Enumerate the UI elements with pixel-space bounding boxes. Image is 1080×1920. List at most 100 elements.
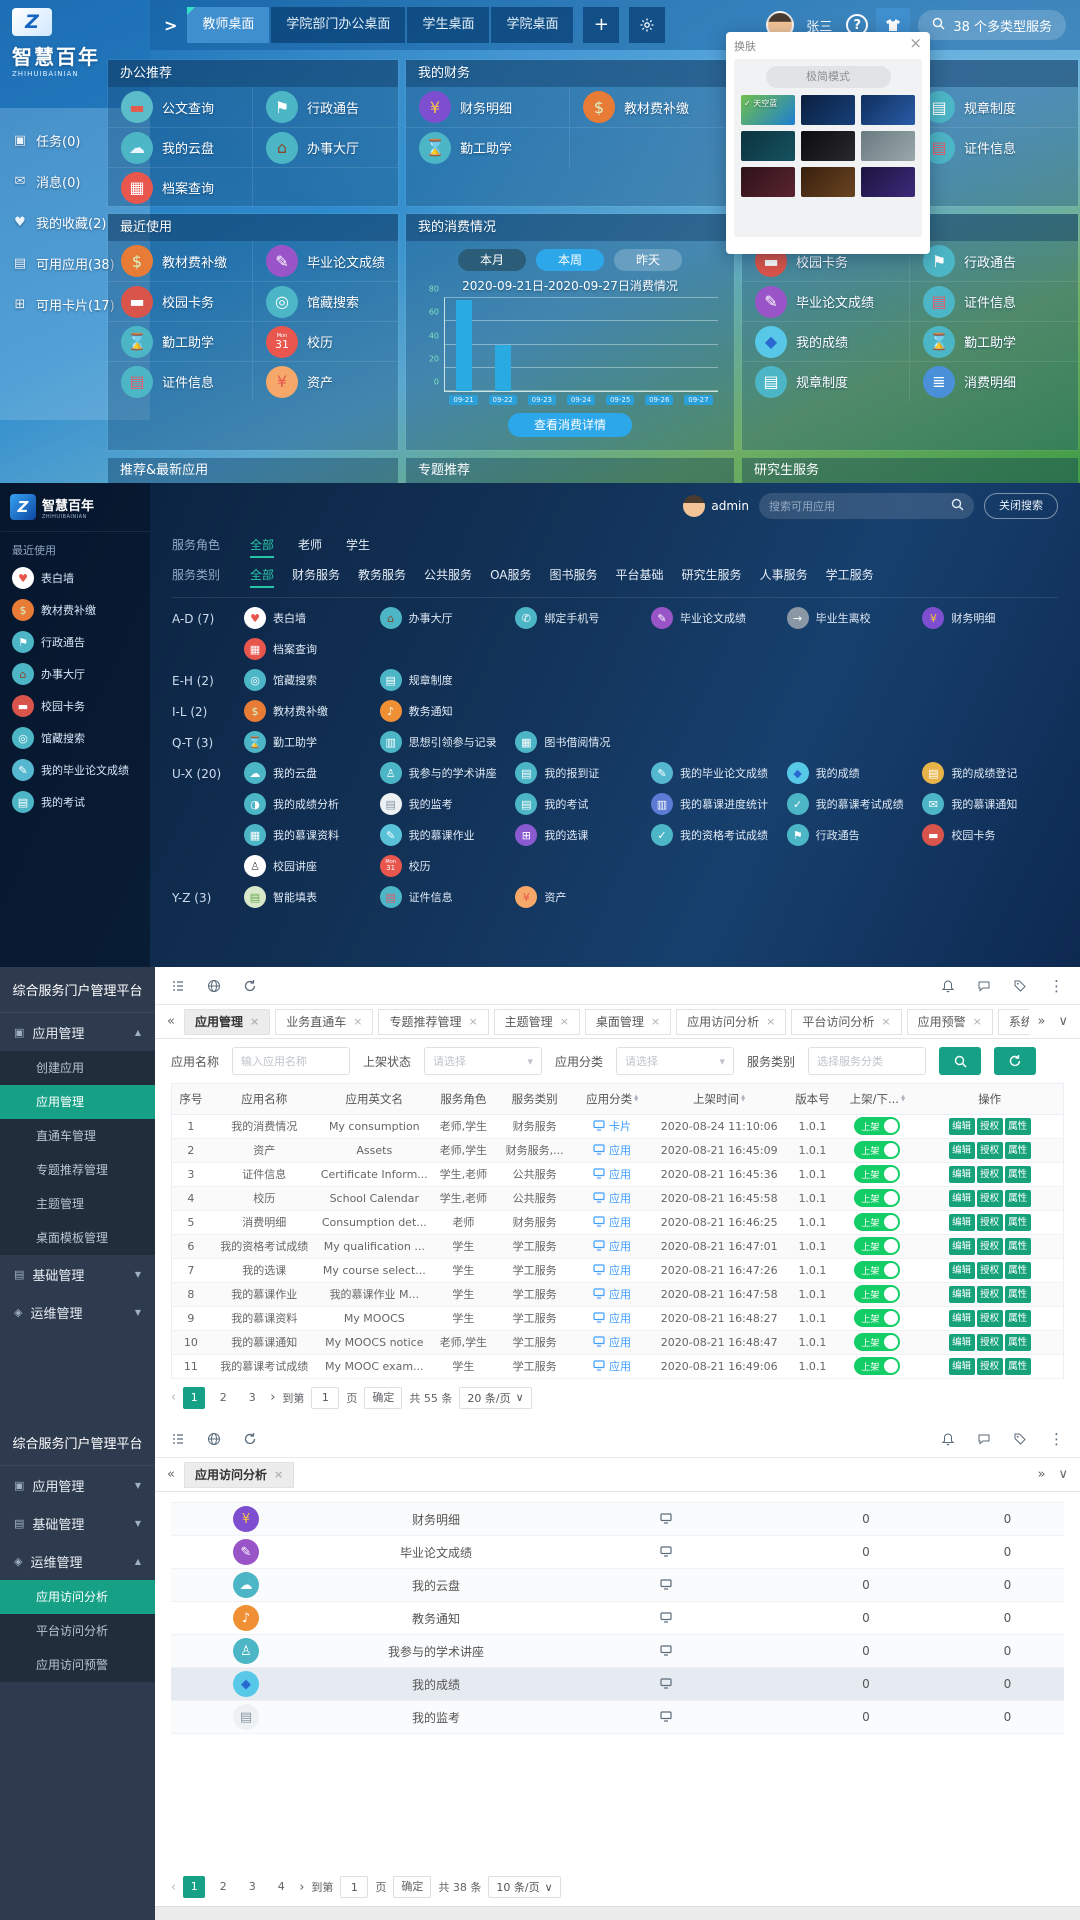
submenu-item[interactable]: 应用访问分析 <box>0 1580 155 1614</box>
action-button[interactable]: 授权 <box>977 1286 1003 1303</box>
app-item[interactable]: ⌛勤工助学 <box>910 321 1078 361</box>
app-item[interactable]: ▥思想引领参与记录 <box>380 731 516 753</box>
submenu-item[interactable]: 桌面模板管理 <box>0 1221 155 1255</box>
theme-thumb[interactable] <box>741 131 795 161</box>
action-button[interactable]: 授权 <box>977 1214 1003 1231</box>
app-item[interactable]: $教材费补缴 <box>108 241 253 281</box>
add-desktop-button[interactable]: + <box>583 7 619 43</box>
action-button[interactable]: 属性 <box>1005 1310 1031 1327</box>
range-tab[interactable]: 本月 <box>458 249 526 271</box>
sidebar-app-item[interactable]: ▬校园卡务 <box>0 690 150 722</box>
analysis-row[interactable]: ◆我的成绩00 <box>171 1668 1064 1701</box>
action-button[interactable]: 编辑 <box>949 1190 975 1207</box>
action-button[interactable]: 编辑 <box>949 1214 975 1231</box>
theme-thumb[interactable] <box>741 167 795 197</box>
action-button[interactable]: 属性 <box>1005 1286 1031 1303</box>
app-item[interactable]: ✓我的慕课考试成绩 <box>787 793 923 815</box>
submenu-item[interactable]: 应用管理 <box>0 1085 155 1119</box>
tabs-collapse-icon[interactable]: ∨ <box>1054 1014 1072 1029</box>
service-search[interactable]: 38 个多类型服务 <box>918 10 1066 40</box>
app-item[interactable]: ▬校园卡务 <box>108 281 253 321</box>
action-button[interactable]: 编辑 <box>949 1166 975 1183</box>
app-item[interactable]: ⚑行政通告 <box>787 824 923 846</box>
app-item[interactable]: ☁我的云盘 <box>108 127 253 167</box>
sidebar-app-item[interactable]: ◎馆藏搜索 <box>0 722 150 754</box>
app-item[interactable]: ♪教务通知 <box>380 700 516 722</box>
app-item[interactable]: ✎毕业论文成绩 <box>742 281 910 321</box>
menu-item[interactable]: ◈运维管理▼ <box>0 1293 155 1331</box>
app-item[interactable]: ¥资产 <box>253 361 398 401</box>
bell-icon[interactable] <box>941 979 955 993</box>
tabs-scroll-right-icon[interactable]: » <box>1034 1467 1050 1482</box>
column-header[interactable]: 上架/下...▲▼ <box>839 1084 917 1114</box>
app-item[interactable]: ✆绑定手机号 <box>515 607 651 629</box>
tab-close-icon[interactable]: × <box>651 1015 660 1028</box>
filter-option[interactable]: 教务服务 <box>358 566 406 583</box>
bell-icon[interactable] <box>941 1432 955 1446</box>
category-link[interactable]: 应用 <box>572 1306 652 1330</box>
action-button[interactable]: 属性 <box>1005 1166 1031 1183</box>
app-item[interactable]: ☁我的云盘 <box>244 762 380 784</box>
app-item[interactable]: $教材费补缴 <box>570 87 734 127</box>
theme-thumb[interactable] <box>861 131 915 161</box>
app-item[interactable]: ▤证件信息 <box>910 281 1078 321</box>
column-header[interactable]: 上架时间▲▼ <box>652 1084 786 1114</box>
app-item[interactable]: ♙我参与的学术讲座 <box>380 762 516 784</box>
publish-toggle[interactable]: 上架 <box>854 1237 900 1255</box>
desktop-tab[interactable]: 教师桌面 <box>187 7 269 43</box>
publish-toggle[interactable]: 上架 <box>854 1357 900 1375</box>
analysis-row[interactable]: ¥财务明细00 <box>171 1503 1064 1536</box>
action-button[interactable]: 授权 <box>977 1358 1003 1375</box>
analysis-row[interactable]: ▤我的监考00 <box>171 1701 1064 1734</box>
refresh-icon[interactable] <box>243 1432 257 1446</box>
theme-thumb[interactable] <box>861 167 915 197</box>
submenu-item[interactable]: 应用访问预警 <box>0 1648 155 1682</box>
menu-item[interactable]: ◈运维管理▲ <box>0 1542 155 1580</box>
action-button[interactable]: 授权 <box>977 1118 1003 1135</box>
desktop-tab[interactable]: 学生桌面 <box>407 7 489 43</box>
filter-option[interactable]: 学工服务 <box>826 566 874 583</box>
app-item[interactable]: ✎毕业论文成绩 <box>651 607 787 629</box>
category-link[interactable]: 应用 <box>572 1210 652 1234</box>
app-item[interactable]: ▤规章制度 <box>910 87 1078 127</box>
filter-option[interactable]: 老师 <box>298 536 322 553</box>
action-button[interactable]: 编辑 <box>949 1262 975 1279</box>
analysis-row[interactable]: ✎毕业论文成绩00 <box>171 1536 1064 1569</box>
action-button[interactable]: 属性 <box>1005 1238 1031 1255</box>
action-button[interactable]: 编辑 <box>949 1142 975 1159</box>
filter-option[interactable]: 全部 <box>250 536 274 553</box>
submenu-item[interactable]: 平台访问分析 <box>0 1614 155 1648</box>
publish-toggle[interactable]: 上架 <box>854 1261 900 1279</box>
admin-tab[interactable]: 应用预警× <box>907 1009 993 1035</box>
page-number[interactable]: 2 <box>212 1876 234 1898</box>
app-item[interactable]: ◆我的成绩 <box>742 321 910 361</box>
admin-tab[interactable]: 专题推荐管理× <box>378 1009 488 1035</box>
admin-tab[interactable]: 应用访问分析× <box>184 1462 294 1488</box>
action-button[interactable]: 属性 <box>1005 1214 1031 1231</box>
tabs-scroll-right-icon[interactable]: » <box>1034 1014 1050 1029</box>
menu-item[interactable]: ▣应用管理▼ <box>0 1466 155 1504</box>
admin-tab[interactable]: 平台访问分析× <box>791 1009 901 1035</box>
refresh-button[interactable] <box>994 1047 1036 1075</box>
admin-tab[interactable]: 桌面管理× <box>585 1009 671 1035</box>
app-item[interactable]: ▤证件信息 <box>380 886 516 908</box>
filter-option[interactable]: 学生 <box>346 536 370 553</box>
tab-close-icon[interactable]: × <box>468 1015 477 1028</box>
app-item[interactable]: ⌛勤工助学 <box>244 731 380 753</box>
category-link[interactable]: 应用 <box>572 1138 652 1162</box>
action-button[interactable]: 属性 <box>1005 1334 1031 1351</box>
tabs-collapse-icon[interactable]: ∨ <box>1054 1467 1072 1482</box>
kebab-menu-icon[interactable]: ⋮ <box>1049 1430 1064 1448</box>
expand-chevron-icon[interactable]: > <box>164 16 177 35</box>
settings-gear-icon[interactable] <box>629 7 665 43</box>
action-button[interactable]: 属性 <box>1005 1142 1031 1159</box>
filter-option[interactable]: 研究生服务 <box>682 566 742 583</box>
app-item[interactable]: ▤我的报到证 <box>515 762 651 784</box>
sidebar-app-item[interactable]: $教材费补缴 <box>0 594 150 626</box>
app-item[interactable]: ¥资产 <box>515 886 651 908</box>
admin-tab[interactable]: 系统管理员× <box>998 1009 1029 1035</box>
action-button[interactable]: 编辑 <box>949 1334 975 1351</box>
confirm-button[interactable]: 确定 <box>364 1387 402 1409</box>
jump-page-input[interactable] <box>340 1876 368 1898</box>
admin-user[interactable]: admin <box>683 495 749 517</box>
